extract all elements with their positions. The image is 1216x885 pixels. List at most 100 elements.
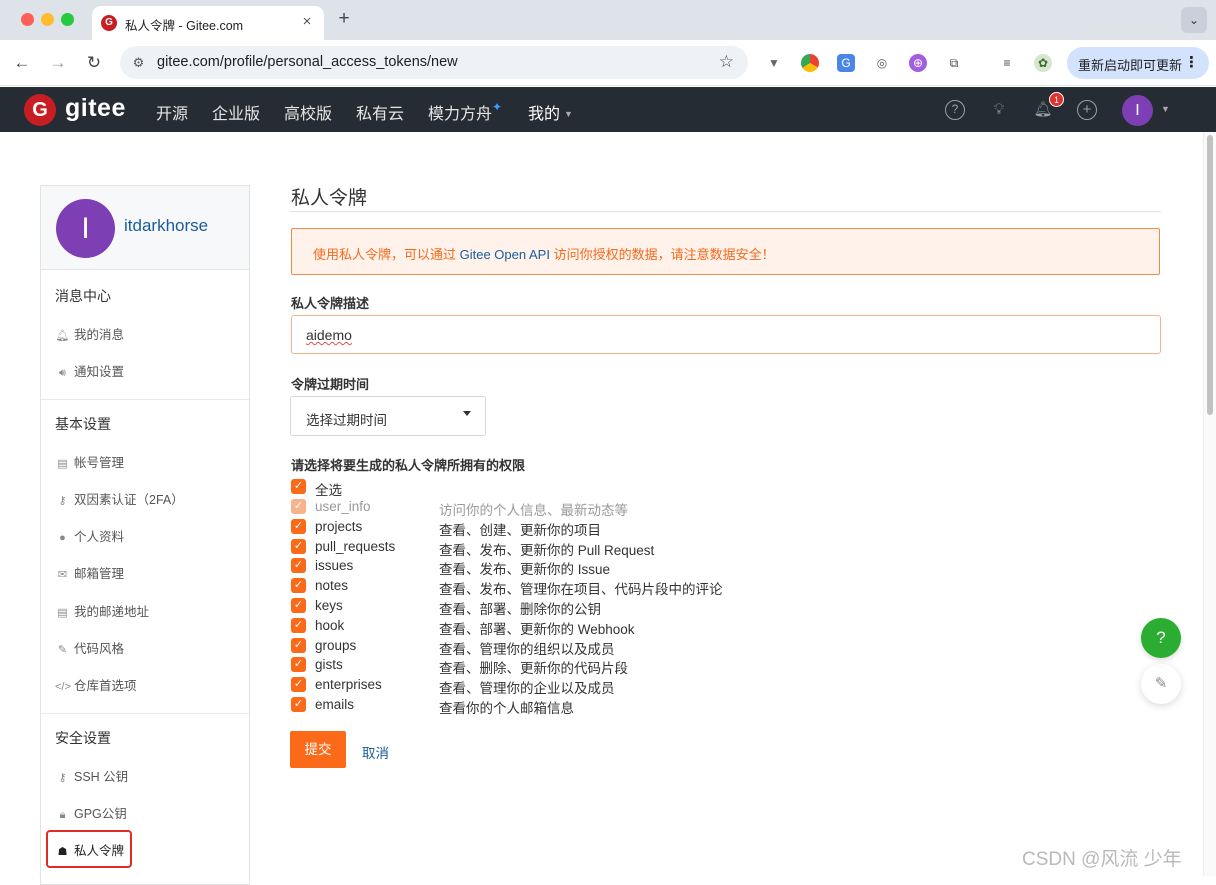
back-arrow-icon[interactable]: ← [11, 52, 33, 74]
avatar-caret-down-icon[interactable]: ▼ [1161, 104, 1170, 114]
sidebar-item-label: 我的邮递地址 [74, 605, 150, 619]
page-scrollbar[interactable] [1203, 132, 1216, 876]
nav-ai-hub-label: 模力方舟 [428, 106, 493, 123]
open-api-link[interactable]: Gitee Open API [460, 247, 550, 262]
permission-name: notes [315, 578, 349, 593]
sidebar-item-notification-settings[interactable]: 🔊︎ 通知设置 [55, 361, 124, 380]
browser-tab[interactable]: G 私人令牌 - Gitee.com × [92, 6, 324, 40]
minimize-window-button[interactable] [41, 13, 54, 26]
sidebar-avatar[interactable]: I [56, 199, 115, 258]
permission-row[interactable]: ✓ projects 查看、创建、更新你的项目 [291, 518, 891, 538]
reading-list-icon[interactable]: ≡ [998, 54, 1016, 72]
nav-ai-hub[interactable]: 模力方舟✦ [428, 100, 502, 124]
select-all-checkbox[interactable]: ✓ [291, 479, 306, 494]
chrome-extension-icon[interactable] [801, 54, 819, 72]
site-header: G gitee 开源 企业版 高校版 私有云 模力方舟✦ 我的 ▼ ? 💡︎ 🔔︎… [0, 87, 1216, 132]
sidebar-item-gpg-keys[interactable]: 🔒︎ GPG公钥 [55, 803, 127, 822]
help-float-button[interactable]: ? [1141, 618, 1181, 658]
envelope-icon: ✉ [57, 569, 68, 581]
permission-checkbox[interactable]: ✓ [291, 598, 306, 613]
sidebar-item-2fa[interactable]: ⚷ 双因素认证（2FA） [55, 489, 183, 508]
address-bar[interactable]: ⚙ gitee.com/profile/personal_access_toke… [120, 46, 748, 79]
site-settings-icon[interactable]: ⚙ [130, 54, 147, 71]
submit-button[interactable]: 提交 [290, 731, 346, 768]
sidebar-item-ssh-keys[interactable]: ⚷ SSH 公钥 [55, 766, 128, 785]
permission-row[interactable]: ✓ notes 查看、发布、管理你在项目、代码片段中的评论 [291, 577, 891, 597]
bookmark-star-icon[interactable]: ☆ [719, 52, 734, 72]
description-input[interactable]: aidemo [291, 315, 1161, 354]
extension-v-icon[interactable]: ▼ [765, 54, 783, 72]
permission-checkbox[interactable]: ✓ [291, 697, 306, 712]
permission-row[interactable]: ✓ keys 查看、部署、删除你的公钥 [291, 597, 891, 617]
nav-education[interactable]: 高校版 [284, 100, 332, 124]
permission-row[interactable]: ✓ user_info 访问你的个人信息、最新动态等 [291, 498, 891, 518]
more-menu-icon[interactable]: ⋮ [1184, 53, 1199, 71]
header-avatar[interactable]: I [1122, 95, 1153, 126]
close-window-button[interactable] [21, 13, 34, 26]
tab-search-chevron-icon[interactable]: ⌄ [1181, 7, 1207, 33]
nav-mine[interactable]: 我的 ▼ [528, 100, 573, 124]
maximize-window-button[interactable] [61, 13, 74, 26]
permission-description: 查看、管理你的组织以及成员 [439, 642, 615, 657]
url-text[interactable]: gitee.com/profile/personal_access_tokens… [157, 54, 458, 70]
relaunch-update-button[interactable]: 重新启动即可更新 ⋮ [1067, 47, 1209, 79]
permission-description: 查看、删除、更新你的代码片段 [439, 661, 628, 676]
permission-name: hook [315, 618, 345, 633]
permissions-label: 请选择将要生成的私人令牌所拥有的权限 [291, 458, 526, 473]
permission-checkbox[interactable]: ✓ [291, 677, 306, 692]
vpn-extension-icon[interactable]: ⊕ [909, 54, 927, 72]
permission-checkbox[interactable]: ✓ [291, 519, 306, 534]
add-icon[interactable]: + [1077, 100, 1097, 120]
sidebar-item-address[interactable]: ▤ 我的邮递地址 [55, 601, 149, 620]
permission-checkbox[interactable]: ✓ [291, 618, 306, 633]
sidebar-item-label: 通知设置 [74, 365, 125, 379]
translate-icon[interactable]: G [837, 54, 855, 72]
permission-row[interactable]: ✓ gists 查看、删除、更新你的代码片段 [291, 656, 891, 676]
permission-checkbox[interactable]: ✓ [291, 638, 306, 653]
sidebar-item-emails[interactable]: ✉ 邮箱管理 [55, 563, 124, 582]
security-notice: 使用私人令牌，可以通过 Gitee Open API 访问你授权的数据，请注意数… [291, 228, 1160, 275]
permission-checkbox[interactable]: ✓ [291, 539, 306, 554]
tab-close-icon[interactable]: × [298, 13, 316, 31]
screenshot-icon[interactable]: ◎ [873, 54, 891, 72]
permission-row[interactable]: ✓ pull_requests 查看、发布、更新你的 Pull Request [291, 538, 891, 558]
nav-private-cloud[interactable]: 私有云 [356, 100, 404, 124]
permission-row[interactable]: ✓ enterprises 查看、管理你的企业以及成员 [291, 676, 891, 696]
gitee-logo-text[interactable]: gitee [65, 94, 126, 123]
permission-checkbox[interactable]: ✓ [291, 657, 306, 672]
permission-row[interactable]: ✓ hook 查看、部署、更新你的 Webhook [291, 617, 891, 637]
gitee-logo-icon[interactable]: G [24, 94, 56, 126]
forward-arrow-icon[interactable]: → [47, 52, 69, 74]
permission-row[interactable]: ✓ groups 查看、管理你的组织以及成员 [291, 637, 891, 657]
feedback-edit-icon[interactable]: ✎ [1141, 664, 1181, 704]
nav-enterprise[interactable]: 企业版 [212, 100, 260, 124]
help-icon[interactable]: ? [945, 100, 965, 120]
sidebar-item-my-messages[interactable]: 🔔︎ 我的消息 [55, 324, 125, 343]
lightbulb-icon[interactable]: 💡︎ [989, 100, 1009, 120]
puzzle-extensions-icon[interactable]: ⧉ [945, 54, 963, 72]
bell-icon: 🔔︎ [55, 330, 70, 342]
profile-icon[interactable]: ✿ [1034, 54, 1052, 72]
permission-row[interactable]: ✓ emails 查看你的个人邮箱信息 [291, 696, 891, 716]
scrollbar-thumb[interactable] [1207, 135, 1213, 415]
nav-open-source[interactable]: 开源 [156, 100, 188, 124]
annotation-highlight-box [46, 830, 132, 868]
permission-checkbox[interactable]: ✓ [291, 578, 306, 593]
select-all-row[interactable]: ✓ 全选 [291, 478, 891, 498]
permission-name: projects [315, 519, 363, 534]
sidebar-item-profile[interactable]: ● 个人资料 [55, 526, 124, 545]
reload-icon[interactable]: ↻ [83, 52, 105, 74]
sidebar-username[interactable]: itdarkhorse [124, 216, 208, 236]
sidebar-item-repo-prefs[interactable]: </> 仓库首选项 [55, 675, 137, 694]
sidebar-item-code-style[interactable]: ✎ 代码风格 [55, 638, 124, 657]
permission-name: emails [315, 697, 355, 712]
permission-row[interactable]: ✓ issues 查看、发布、更新你的 Issue [291, 557, 891, 577]
watermark: CSDN @风流 少年 [1022, 849, 1182, 870]
sidebar-item-account[interactable]: ▤ 帐号管理 [55, 452, 124, 471]
expiry-select[interactable]: 选择过期时间 [290, 396, 486, 436]
permission-checkbox[interactable]: ✓ [291, 558, 306, 573]
sidebar-user-card: I itdarkhorse [41, 186, 249, 270]
new-tab-icon[interactable]: + [334, 9, 354, 29]
sidebar-item-label: 我的消息 [74, 328, 125, 342]
cancel-link[interactable]: 取消 [362, 742, 389, 762]
